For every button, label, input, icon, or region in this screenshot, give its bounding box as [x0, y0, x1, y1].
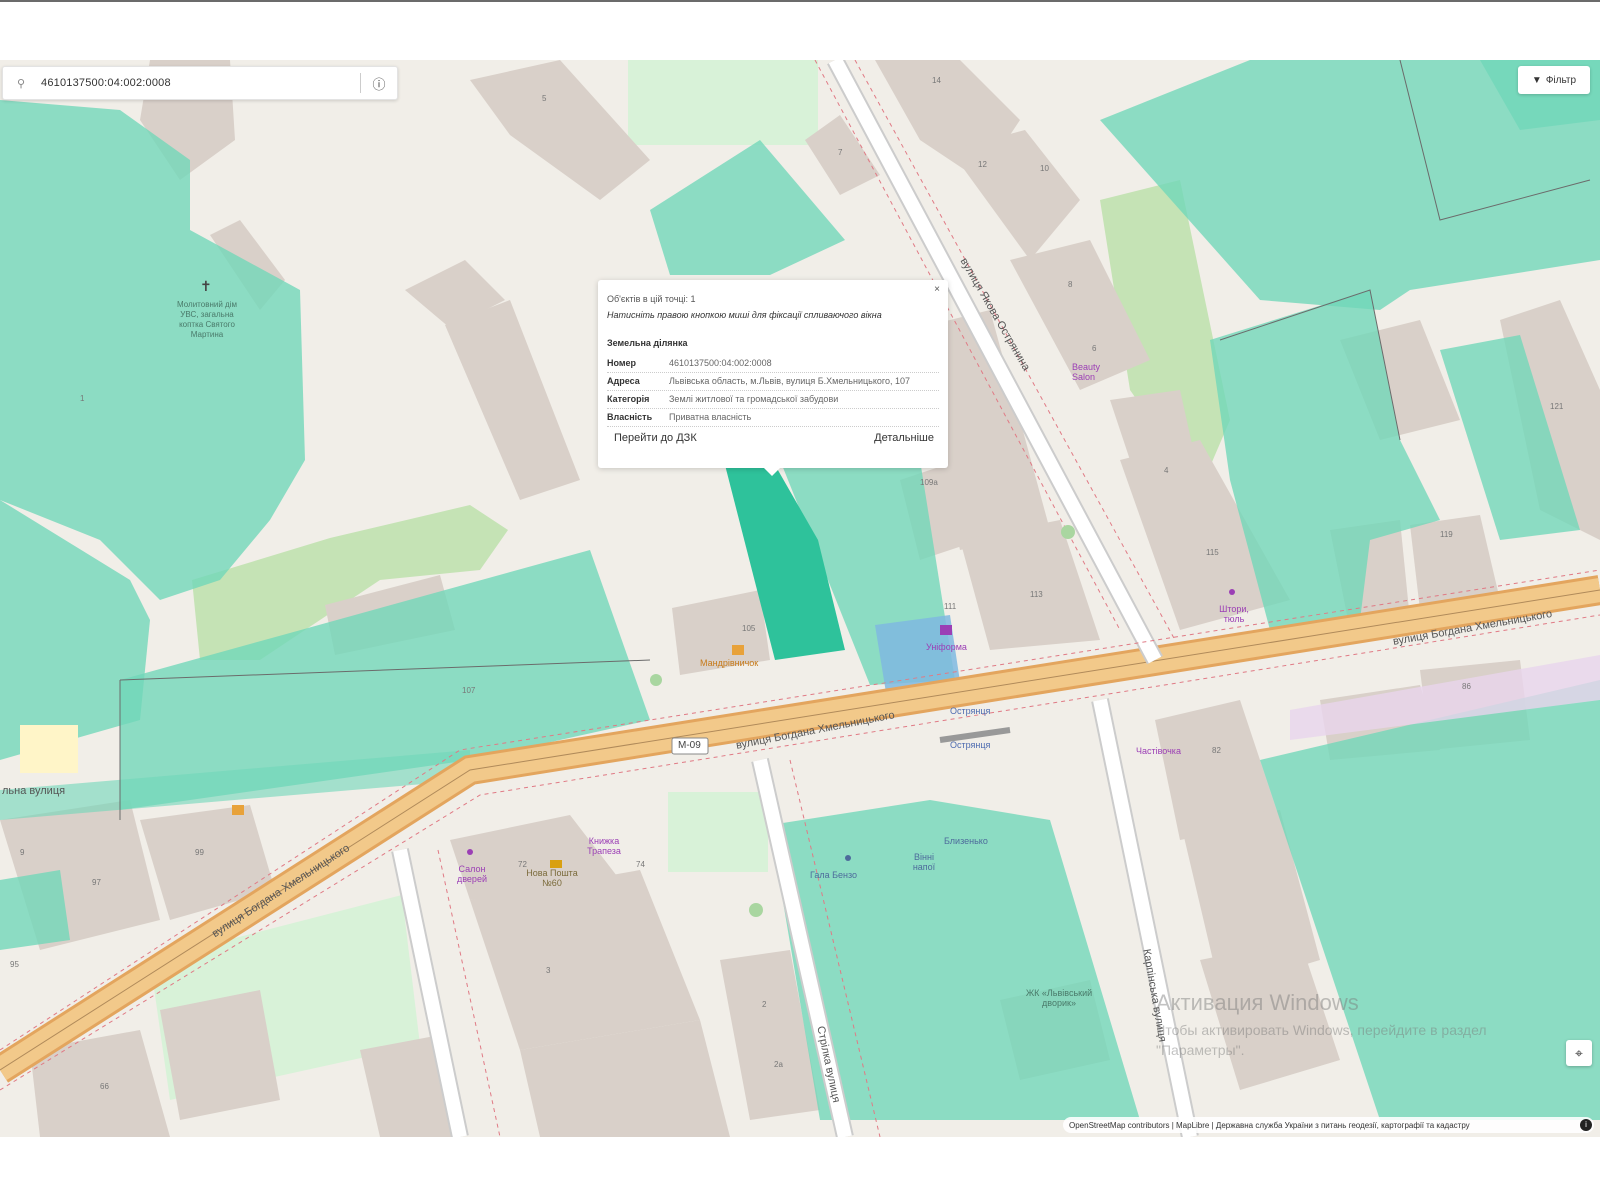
poi-label-beauty: Beauty Salon	[1072, 362, 1101, 382]
popup-heading: Земельна ділянка	[607, 338, 688, 348]
poi-label-chastivnka: Частівочка	[1136, 746, 1181, 756]
popup-row-number: Номер 4610137500:04:002:0008	[607, 354, 939, 373]
search-input[interactable]: 4610137500:04:002:0008	[41, 77, 360, 89]
house-number: 95	[10, 960, 19, 969]
row-value: Приватна власність	[669, 412, 752, 422]
poi-label-salon: Салон дверей	[457, 864, 487, 884]
house-number: 1	[80, 394, 85, 403]
house-number: 113	[1030, 590, 1043, 599]
search-icon: ⚲	[17, 77, 26, 90]
house-number: 2	[762, 1000, 767, 1009]
cadastral-search-bar[interactable]: ⚲ 4610137500:04:002:0008 ⓘ	[2, 66, 398, 100]
house-number: 7	[838, 148, 843, 157]
house-number: 121	[1550, 402, 1564, 411]
house-number: 12	[978, 160, 987, 169]
map-canvas[interactable]: вулиця Богдана Хмельницького вулиця Богд…	[0, 60, 1600, 1137]
row-key: Категорія	[607, 394, 650, 404]
row-key: Адреса	[607, 376, 640, 386]
close-icon[interactable]: ×	[934, 284, 940, 295]
poi-label-vinni: Вінні напої	[912, 852, 936, 872]
popup-row-category: Категорія Землі житлової та громадської …	[607, 390, 939, 409]
poi-label-shtory: Штори, тюль	[1219, 604, 1249, 624]
house-number: 9	[20, 848, 25, 857]
parcel-info-popup: × Об'єктів в цій точці: 1 Натисніть прав…	[598, 280, 948, 476]
popup-actions: Перейти до ДЗК Детальніше	[614, 432, 934, 444]
church-label: Молитовний дім УВС, загальна коптка Свят…	[177, 300, 237, 339]
poi-label-knyzhka: Книжка Трапеза	[587, 836, 621, 856]
poi-label-gala: Гала Бензо	[810, 870, 858, 880]
house-number: 8	[1068, 280, 1073, 289]
row-value: Львівська область, м.Львів, вулиця Б.Хме…	[669, 376, 910, 386]
row-key: Номер	[607, 358, 637, 368]
green-area-mid	[668, 792, 768, 872]
church-icon: ✝	[200, 278, 212, 294]
street-label-left: льна вулиця	[2, 785, 66, 797]
poi-label-uniforma: Уніформа	[926, 642, 967, 652]
row-value: 4610137500:04:002:0008	[669, 358, 772, 368]
house-number: 10	[1040, 164, 1049, 173]
windows-activation-watermark: Активация Windows Чтобы активировать Win…	[1156, 990, 1556, 1060]
info-icon[interactable]: i	[1580, 1119, 1592, 1131]
house-number: 4	[1164, 466, 1169, 475]
house-number: 3	[546, 966, 551, 975]
house-number: 14	[932, 76, 941, 85]
poi-label-blyzenko: Близенько	[944, 836, 988, 846]
house-number: 72	[518, 860, 527, 869]
house-number: 97	[92, 878, 101, 887]
attribution-text[interactable]: OpenStreetMap contributors | MapLibre | …	[1069, 1121, 1470, 1130]
crosshair-icon[interactable]: ⌖	[1566, 1040, 1592, 1066]
house-number: 6	[1092, 344, 1097, 353]
green-area-top	[628, 60, 818, 145]
details-link[interactable]: Детальніше	[874, 432, 934, 444]
go-to-dzk-link[interactable]: Перейти до ДЗК	[614, 432, 697, 444]
map-base-layer	[0, 60, 1600, 1137]
house-number: 86	[1462, 682, 1471, 691]
house-number: 5	[542, 94, 547, 103]
window-top-border	[0, 0, 1600, 2]
house-number: 74	[636, 860, 645, 869]
popup-hint-text: Натисніть правою кнопкою миші для фіксац…	[607, 310, 882, 320]
popup-row-address: Адреса Львівська область, м.Львів, вулиц…	[607, 372, 939, 391]
house-number: 109а	[920, 478, 938, 487]
house-number: 66	[100, 1082, 109, 1091]
house-number: 119	[1440, 530, 1453, 539]
poi-label-zhk: ЖК «Львівський дворик»	[1025, 988, 1093, 1008]
house-number: 107	[462, 686, 476, 695]
info-circle-icon[interactable]: ⓘ	[361, 74, 397, 93]
filter-label: Фільтр	[1545, 74, 1577, 86]
row-value: Землі житлової та громадської забудови	[669, 394, 839, 404]
poi-label-ostryntsia-2: Острянця	[950, 740, 991, 750]
house-number: 111	[944, 602, 957, 611]
poi-label-mandrivnyk: Мандрівничок	[700, 658, 759, 668]
house-number: 82	[1212, 746, 1221, 755]
poi-label-nova-poshta: Нова Пошта №60	[526, 868, 578, 888]
house-number: 105	[742, 624, 756, 633]
popup-row-ownership: Власність Приватна власність	[607, 408, 939, 427]
poi-label-ostryntsia-1: Острянця	[950, 706, 991, 716]
house-number: 99	[195, 848, 204, 857]
route-label: М-09	[678, 740, 701, 751]
house-number: 2а	[774, 1060, 783, 1069]
objects-count-text: Об'єктів в цій точці: 1	[607, 294, 696, 304]
row-key: Власність	[607, 412, 653, 422]
funnel-icon: ▼	[1531, 74, 1542, 86]
watermark-title: Активация Windows	[1156, 990, 1359, 1015]
watermark-subtitle: Чтобы активировать Windows, перейдите в …	[1156, 1022, 1487, 1058]
filter-button[interactable]: ▼ Фільтр	[1518, 66, 1590, 94]
map-attribution: OpenStreetMap contributors | MapLibre | …	[1063, 1117, 1594, 1133]
house-number: 115	[1206, 548, 1219, 557]
